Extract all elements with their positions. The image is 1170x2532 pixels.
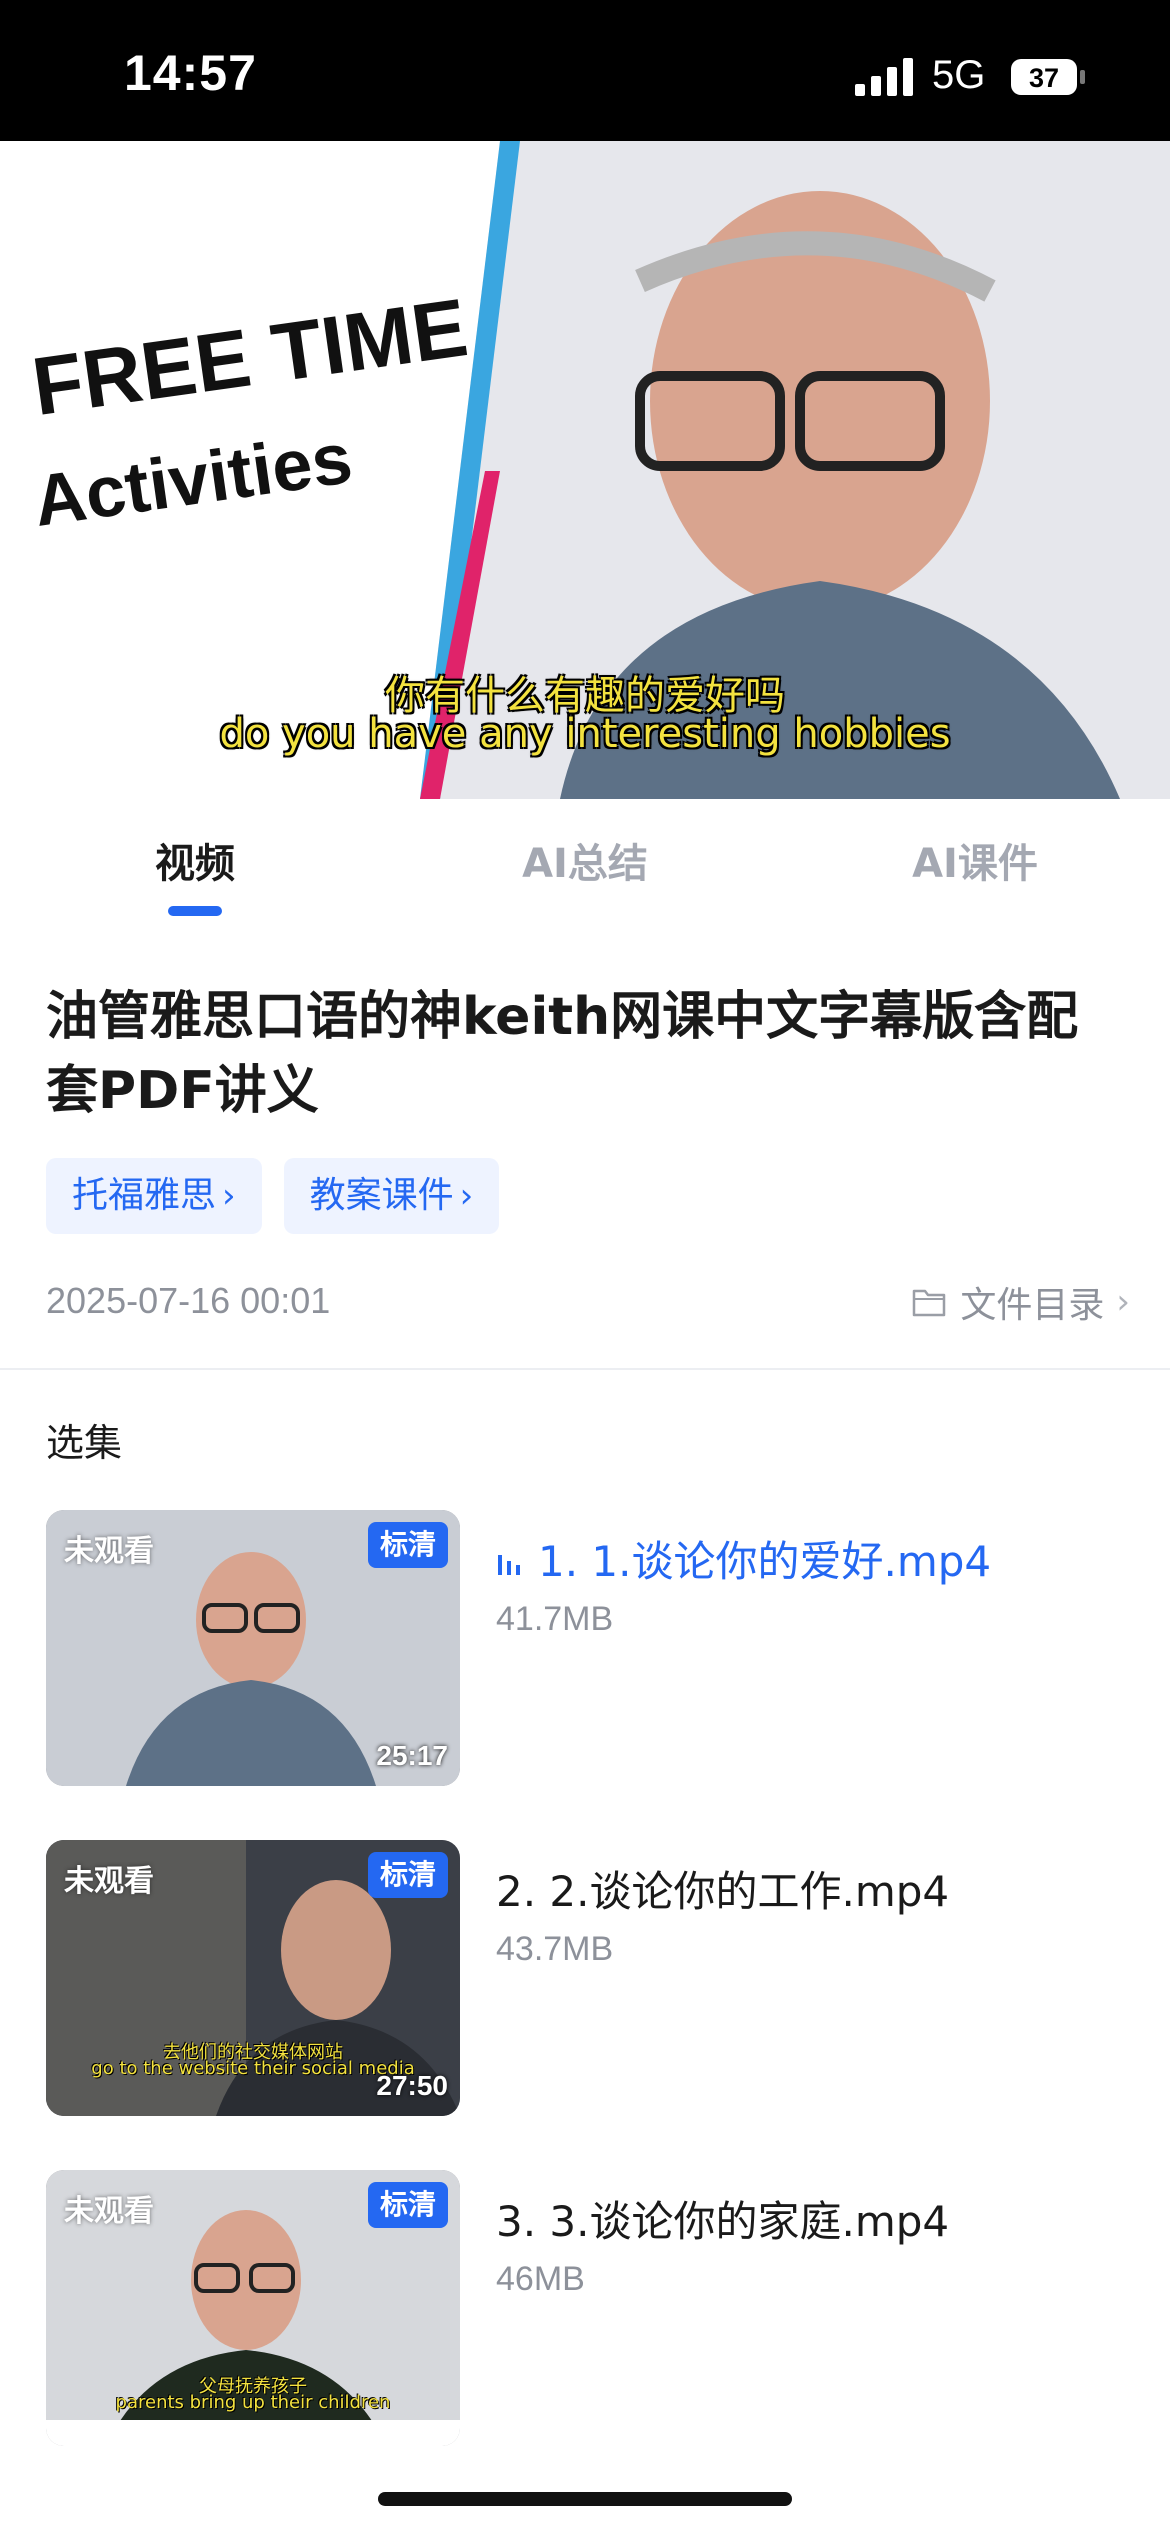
- cellular-signal-icon: [855, 58, 913, 96]
- status-bar: 14:57 5G 37: [0, 0, 1170, 141]
- episodes-section-title: 选集: [46, 1421, 123, 1465]
- now-playing-icon: [498, 1554, 520, 1575]
- subtitle-english: do you have any interesting hobbies: [219, 711, 951, 757]
- episode-title: 3. 3.谈论你的家庭.mp4: [496, 2197, 950, 2246]
- tag-list: 托福雅思 › 教案课件 ›: [46, 1158, 521, 1234]
- watch-status: 未观看: [64, 2194, 154, 2229]
- episode-size: 43.7MB: [496, 1930, 614, 1968]
- file-catalog-label: 文件目录: [960, 1285, 1105, 1326]
- quality-badge: 标清: [367, 1522, 448, 1568]
- episode-thumbnail: 未观看 标清 去他们的社交媒体网站 go to the website thei…: [46, 1840, 460, 2116]
- battery-icon: 37: [1011, 59, 1085, 95]
- tab-ai-courseware[interactable]: AI课件: [780, 831, 1170, 889]
- tab-video[interactable]: 视频: [0, 831, 390, 889]
- tag-label: 教案课件: [309, 1175, 454, 1216]
- tag-toefl-ielts[interactable]: 托福雅思 ›: [46, 1158, 262, 1234]
- tag-courseware[interactable]: 教案课件 ›: [283, 1158, 500, 1234]
- home-indicator[interactable]: [378, 2492, 792, 2506]
- video-player[interactable]: FREE TIME Activities 你有什么有趣的爱好吗 do you h…: [0, 141, 1170, 799]
- tab-ai-summary[interactable]: AI总结: [390, 831, 780, 889]
- watch-status: 未观看: [64, 1864, 154, 1899]
- svg-text:37: 37: [1029, 63, 1059, 93]
- network-type: 5G: [932, 53, 986, 97]
- active-tab-indicator: [168, 906, 222, 916]
- thumbnail-subtitle-english: parents bring up their children: [115, 2392, 391, 2413]
- course-title: 油管雅思口语的神keith网课中文字幕版含配套PDF讲义: [46, 987, 1079, 1121]
- episode-size: 46MB: [496, 2260, 585, 2298]
- status-time: 14:57: [124, 45, 257, 101]
- episode-duration: 27:50: [376, 2070, 448, 2101]
- quality-badge: 标清: [367, 2182, 448, 2228]
- episode-thumbnail: 未观看 标清 25:17: [46, 1510, 460, 1786]
- file-catalog-button[interactable]: 文件目录 ›: [912, 1276, 1130, 1328]
- folder-icon: [913, 1289, 946, 1317]
- section-divider: [0, 1368, 1170, 1370]
- episode-title: 1. 1.谈论你的爱好.mp4: [496, 1528, 991, 1589]
- tag-label: 托福雅思: [72, 1175, 217, 1216]
- publish-date: 2025-07-16 00:01: [46, 1280, 331, 1321]
- episode-item[interactable]: 未观看 标清 25:17 1. 1.谈论你的爱好.mp4 41.7MB: [46, 1510, 1136, 1786]
- chevron-right-icon: ›: [1116, 1282, 1130, 1322]
- episode-title: 2. 2.谈论你的工作.mp4: [496, 1867, 950, 1916]
- episode-thumbnail: 未观看 标清 父母抚养孩子 parents bring up their chi…: [46, 2170, 460, 2446]
- episode-item[interactable]: 未观看 标清 去他们的社交媒体网站 go to the website thei…: [46, 1840, 1136, 2116]
- tab-bar: 视频 AI总结 AI课件: [0, 799, 1170, 929]
- quality-badge: 标清: [367, 1852, 448, 1898]
- episode-duration: 25:17: [376, 1740, 448, 1771]
- watch-status: 未观看: [64, 1534, 154, 1569]
- episode-size: 41.7MB: [496, 1600, 614, 1638]
- episode-title-text: 1. 1.谈论你的爱好.mp4: [538, 1537, 992, 1586]
- chevron-right-icon: ›: [459, 1176, 474, 1216]
- chevron-right-icon: ›: [222, 1176, 236, 1216]
- episode-item[interactable]: 未观看 标清 父母抚养孩子 parents bring up their chi…: [46, 2170, 1136, 2446]
